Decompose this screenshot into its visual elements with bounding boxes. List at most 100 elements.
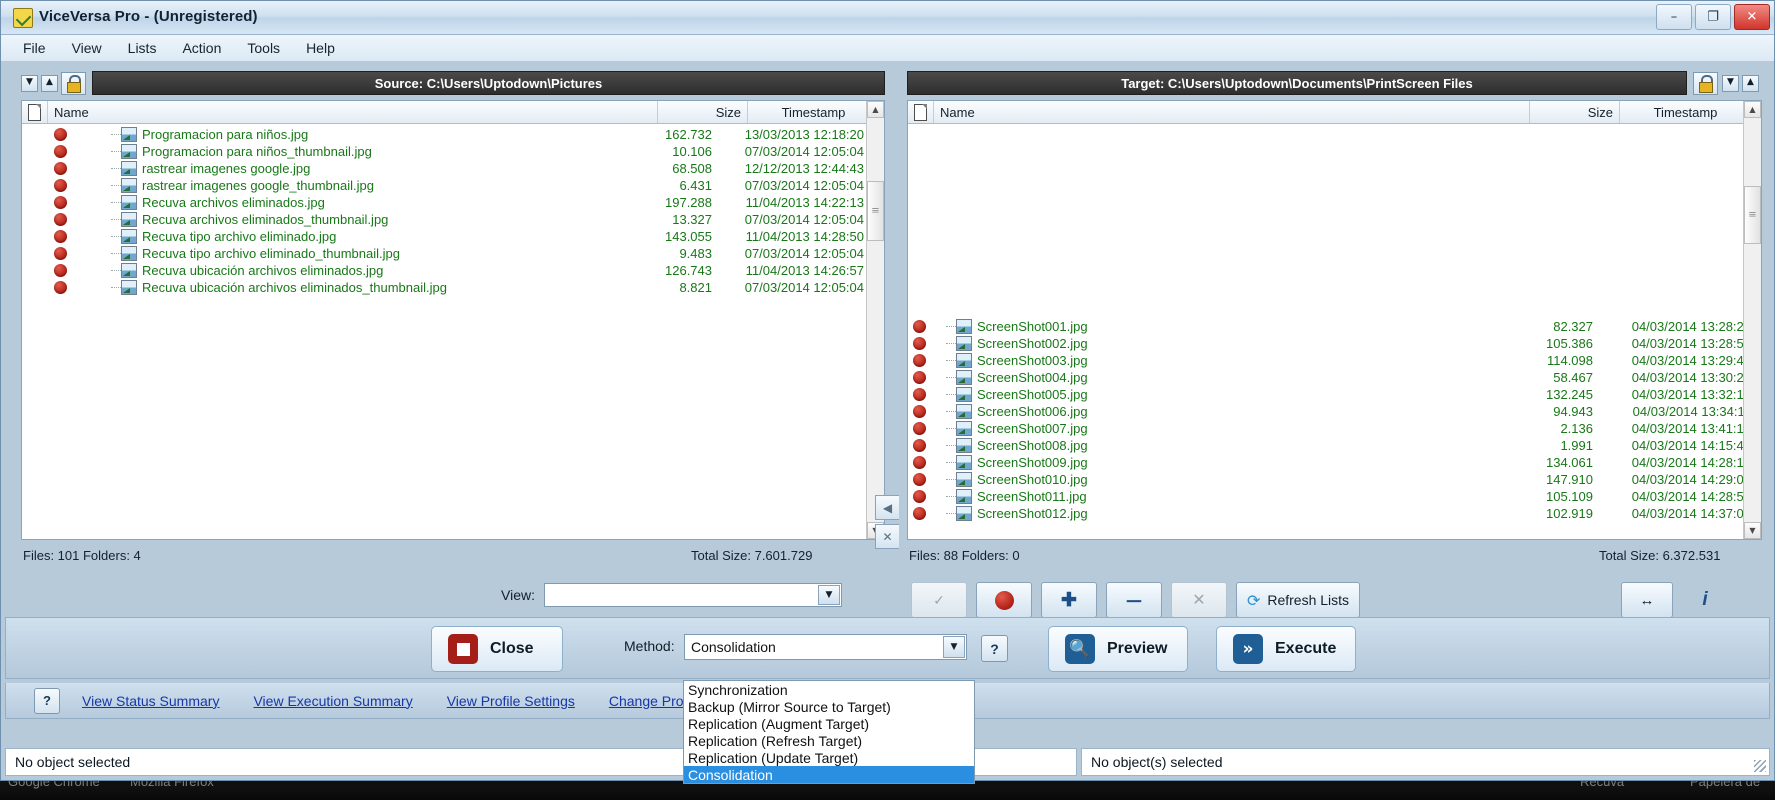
file-timestamp: 11/04/2013 14:22:13 [745,195,864,210]
add-button[interactable]: ✚ [1041,582,1097,618]
remove-button[interactable]: － [1106,582,1162,618]
minimize-button[interactable]: – [1656,4,1692,30]
resize-grip[interactable] [1754,760,1766,772]
method-option-4[interactable]: Replication (Update Target) [684,749,974,766]
target-column-header[interactable]: Name Size Timestamp [908,101,1761,124]
menu-item-action[interactable]: Action [170,37,233,59]
target-col-size[interactable]: Size [1530,101,1620,123]
source-scroll-up-icon[interactable]: ▲ [867,101,884,118]
method-option-1[interactable]: Backup (Mirror Source to Target) [684,698,974,715]
table-row[interactable]: rastrear imagenes google.jpg 68.508 12/12/… [22,160,884,177]
table-row[interactable]: ScreenShot008.jpg 1.991 04/03/2014 14:15:4… [908,437,1761,454]
record-button[interactable] [976,582,1032,618]
method-option-0[interactable]: Synchronization [684,681,974,698]
target-col-name[interactable]: Name [934,101,1530,123]
clear-selection-button[interactable]: ✕ [875,524,900,549]
image-file-icon [121,280,137,295]
target-vertical-scrollbar[interactable]: ▲ ▼ [1743,101,1761,539]
target-scroll-up-icon[interactable]: ▲ [1744,101,1761,118]
link-view-status-summary[interactable]: View Status Summary [82,693,219,709]
table-row[interactable]: Recuva ubicación archivos eliminados.jpg… [22,262,884,279]
link-view-profile-settings[interactable]: View Profile Settings [447,693,575,709]
target-col-timestamp[interactable]: Timestamp [1620,101,1751,123]
execute-button[interactable]: » Execute [1216,626,1356,672]
table-row[interactable]: ScreenShot002.jpg 105.386 04/03/2014 13:28… [908,335,1761,352]
move-left-button[interactable]: ◀ [875,495,900,520]
source-col-size[interactable]: Size [658,101,748,123]
middle-buttons[interactable]: ◀ ✕ [875,495,900,553]
source-lock-icon[interactable] [61,71,86,95]
table-row[interactable]: Recuva archivos eliminados.jpg 197.288 11/… [22,194,884,211]
source-column-header[interactable]: Name Size Timestamp [22,101,884,124]
source-col-name[interactable]: Name [48,101,658,123]
info-button[interactable]: i [1691,585,1719,615]
target-collapse-up-icon[interactable]: ▲ [1742,74,1759,92]
target-lock-icon[interactable] [1693,71,1718,95]
maximize-button[interactable]: ❐ [1695,4,1731,30]
chevron-down-icon[interactable]: ▼ [817,585,840,605]
table-row[interactable]: Recuva ubicación archivos eliminados_thu… [22,279,884,296]
menu-item-tools[interactable]: Tools [235,37,292,59]
image-file-icon [956,489,972,504]
chevron-down-icon[interactable]: ▼ [943,636,965,658]
menu-item-help[interactable]: Help [294,37,347,59]
double-chevron-right-icon: » [1233,634,1263,664]
source-scroll-thumb[interactable] [867,181,884,241]
file-name: ScreenShot001.jpg [977,319,1088,334]
table-row[interactable]: ScreenShot001.jpg 82.327 04/03/2014 13:28:… [908,318,1761,335]
table-row[interactable]: ScreenShot006.jpg 94.943 04/03/2014 13:34:… [908,403,1761,420]
table-row[interactable]: Recuva tipo archivo eliminado.jpg 143.055… [22,228,884,245]
refresh-lists-button[interactable]: ⟳ Refresh Lists [1236,582,1360,618]
link-view-execution-summary[interactable]: View Execution Summary [253,693,412,709]
method-option-3[interactable]: Replication (Refresh Target) [684,732,974,749]
target-scroll-down-icon[interactable]: ▼ [1744,522,1761,539]
table-row[interactable]: ScreenShot004.jpg 58.467 04/03/2014 13:30:… [908,369,1761,386]
table-row[interactable]: ScreenShot009.jpg 134.061 04/03/2014 14:28… [908,454,1761,471]
table-row[interactable]: ScreenShot011.jpg 105.109 04/03/2014 14:28… [908,488,1761,505]
file-size: 105.109 [1546,489,1593,504]
target-file-list[interactable]: Name Size Timestamp ScreenShot001.jpg 82.… [907,100,1762,540]
view-combo[interactable]: ▼ [543,583,842,607]
close-window-button[interactable]: ✕ [1734,4,1770,30]
method-option-5[interactable]: Consolidation [684,766,974,783]
source-col-timestamp[interactable]: Timestamp [748,101,879,123]
menu-item-file[interactable]: File [11,37,58,59]
table-row[interactable]: Programacion para niños_thumbnail.jpg 10.… [22,143,884,160]
cancel-button[interactable]: ✕ [1171,582,1227,618]
menu-item-lists[interactable]: Lists [116,37,169,59]
table-row[interactable]: ScreenShot007.jpg 2.136 04/03/2014 13:41:1… [908,420,1761,437]
target-scroll-thumb[interactable] [1744,186,1761,244]
menu-item-view[interactable]: View [60,37,114,59]
close-button[interactable]: Close [431,626,563,672]
source-path-bar[interactable]: Source: C:\Users\Uptodown\Pictures [92,71,885,95]
tree-connector [946,376,956,379]
table-row[interactable]: ScreenShot003.jpg 114.098 04/03/2014 13:29… [908,352,1761,369]
status-badge [54,128,67,141]
method-option-2[interactable]: Replication (Augment Target) [684,715,974,732]
source-file-list[interactable]: Name Size Timestamp Programacion para ni… [21,100,885,540]
menu-bar[interactable]: File View Lists Action Tools Help [1,35,1774,62]
preview-button[interactable]: 🔍 Preview [1048,626,1188,672]
table-row[interactable]: Programacion para niños.jpg 162.732 13/03/… [22,126,884,143]
method-combo[interactable]: Consolidation ▼ [684,634,967,660]
tree-connector [946,359,956,362]
help-button[interactable]: ? [34,687,60,714]
table-row[interactable]: ScreenShot010.jpg 147.910 04/03/2014 14:29… [908,471,1761,488]
method-help-button[interactable]: ? [981,635,1008,662]
table-row[interactable]: Recuva tipo archivo eliminado_thumbnail.… [22,245,884,262]
file-size: 9.483 [679,246,712,261]
accept-button[interactable]: ✓ [911,582,967,618]
target-path-bar[interactable]: Target: C:\Users\Uptodown\Documents\Prin… [907,71,1687,95]
table-row[interactable]: ScreenShot005.jpg 132.245 04/03/2014 13:32… [908,386,1761,403]
compare-widths-button[interactable]: ↔ [1621,582,1673,618]
window-controls[interactable]: – ❐ ✕ [1656,4,1770,30]
source-vertical-scrollbar[interactable]: ▲ ▼ [866,101,884,539]
table-row[interactable]: rastrear imagenes google_thumbnail.jpg 6.… [22,177,884,194]
source-collapse-down-icon[interactable]: ▼ [21,74,38,92]
source-collapse-up-icon[interactable]: ▲ [41,74,58,92]
status-badge [913,439,927,452]
table-row[interactable]: Recuva archivos eliminados_thumbnail.jpg… [22,211,884,228]
method-dropdown-list[interactable]: Synchronization Backup (Mirror Source to … [683,680,975,784]
table-row[interactable]: ScreenShot012.jpg 102.919 04/03/2014 14:37… [908,505,1761,522]
target-collapse-down-icon[interactable]: ▼ [1722,74,1739,92]
